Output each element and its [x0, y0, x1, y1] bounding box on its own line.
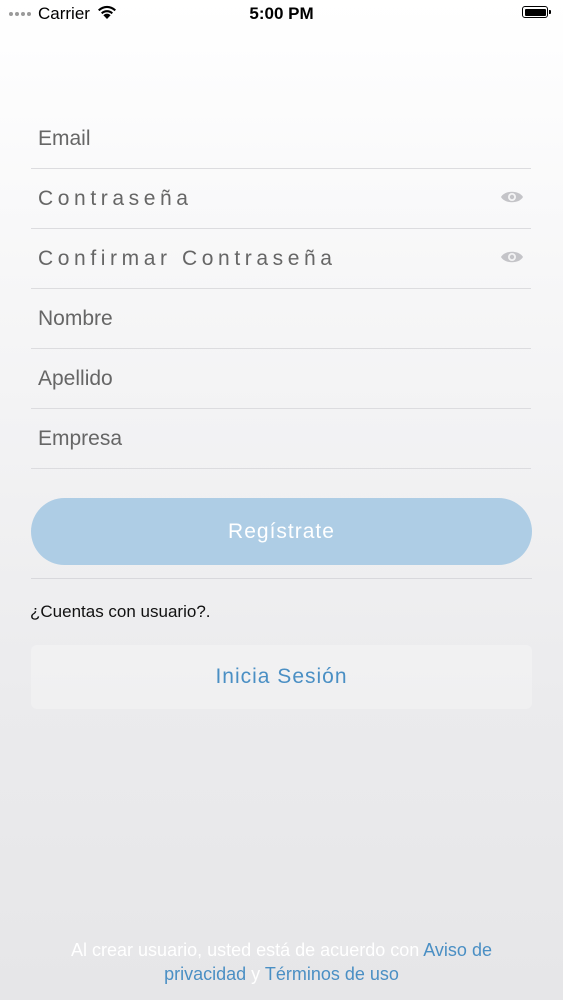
eye-icon[interactable] — [500, 248, 524, 266]
last-name-field[interactable]: Apellido — [31, 349, 531, 409]
terms-of-use-link[interactable]: Términos de uso — [265, 964, 399, 984]
confirm-password-placeholder: Confirmar Contraseña — [38, 247, 337, 270]
register-button[interactable]: Regístrate — [31, 498, 532, 565]
last-name-placeholder: Apellido — [38, 367, 113, 390]
first-name-field[interactable]: Nombre — [31, 289, 531, 349]
company-placeholder: Empresa — [38, 427, 123, 450]
confirm-password-field[interactable]: Confirmar Contraseña — [31, 229, 531, 289]
terms-text: Al crear usuario, usted está de acuerdo … — [40, 938, 523, 986]
eye-icon[interactable] — [500, 188, 524, 206]
registration-form: Email Contraseña Confirmar Contraseña No… — [31, 109, 531, 469]
email-field[interactable]: Email — [31, 109, 531, 169]
company-field[interactable]: Empresa — [31, 409, 531, 469]
first-name-placeholder: Nombre — [38, 307, 113, 330]
email-placeholder: Email — [38, 127, 91, 150]
terms-prefix: Al crear usuario, usted está de acuerdo … — [71, 940, 424, 960]
status-bar: Carrier 5:00 PM — [0, 0, 563, 28]
have-account-text: ¿Cuentas con usuario?. — [30, 602, 211, 621]
password-placeholder: Contraseña — [38, 187, 193, 210]
password-field[interactable]: Contraseña — [31, 169, 531, 229]
status-time: 5:00 PM — [249, 4, 314, 23]
divider — [31, 578, 532, 579]
login-button[interactable]: Inicia Sesión — [31, 645, 532, 709]
terms-connector: y — [246, 964, 265, 984]
battery-icon — [522, 6, 551, 18]
